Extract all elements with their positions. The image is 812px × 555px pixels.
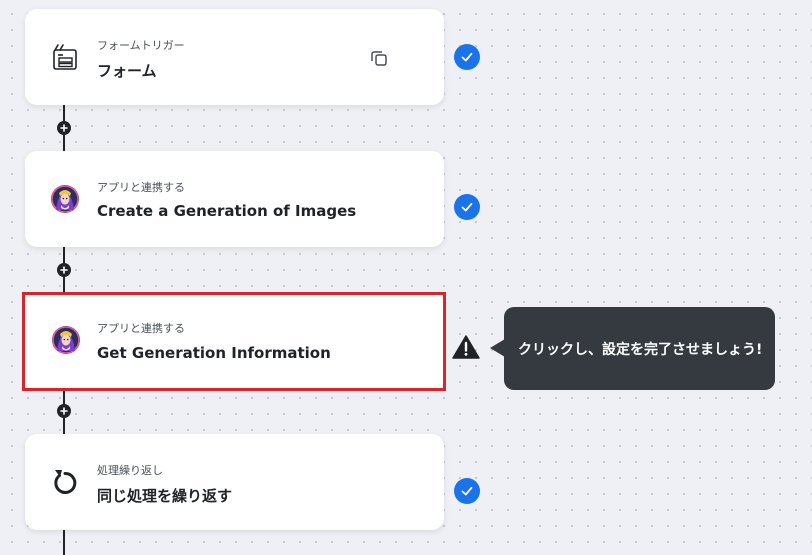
step-title: フォーム — [97, 62, 157, 80]
flow-step-card-get-generation-info[interactable]: アプリと連携する Get Generation Information — [22, 292, 446, 391]
flow-connector — [63, 530, 65, 555]
flow-step-card-create-generation[interactable]: アプリと連携する Create a Generation of Images — [25, 151, 444, 247]
checkmark-icon — [461, 486, 473, 496]
checkmark-icon — [461, 202, 473, 212]
step-subtitle: アプリと連携する — [97, 322, 185, 335]
add-step-button[interactable] — [57, 121, 71, 135]
add-step-button[interactable] — [57, 404, 71, 418]
app-avatar-icon — [50, 324, 82, 356]
step-subtitle: フォームトリガー — [97, 39, 185, 52]
setup-tooltip: クリックし、設定を完了させましょう! — [504, 307, 775, 390]
step-title: Get Generation Information — [97, 344, 331, 362]
form-trigger-icon — [49, 41, 81, 73]
step-subtitle: アプリと連携する — [97, 181, 185, 194]
add-step-button[interactable] — [57, 263, 71, 277]
step-complete-badge — [454, 478, 480, 504]
step-title: 同じ処理を繰り返す — [97, 487, 233, 505]
step-complete-badge — [454, 194, 480, 220]
flow-step-card-loop[interactable]: 処理繰り返し 同じ処理を繰り返す — [25, 434, 444, 530]
plus-icon — [60, 124, 68, 132]
plus-icon — [60, 407, 68, 415]
copy-icon — [371, 51, 387, 66]
warning-icon — [451, 334, 481, 360]
step-title: Create a Generation of Images — [97, 202, 357, 220]
loop-icon — [49, 466, 81, 498]
step-complete-badge — [454, 44, 480, 70]
app-avatar-icon — [49, 183, 81, 215]
flow-step-card-form-trigger[interactable]: フォームトリガー フォーム — [25, 9, 444, 105]
checkmark-icon — [461, 52, 473, 62]
tooltip-text: クリックし、設定を完了させましょう! — [518, 341, 763, 358]
copy-step-button[interactable] — [369, 48, 389, 68]
step-subtitle: 処理繰り返し — [97, 464, 163, 477]
tooltip-arrow — [490, 339, 505, 357]
plus-icon — [60, 266, 68, 274]
